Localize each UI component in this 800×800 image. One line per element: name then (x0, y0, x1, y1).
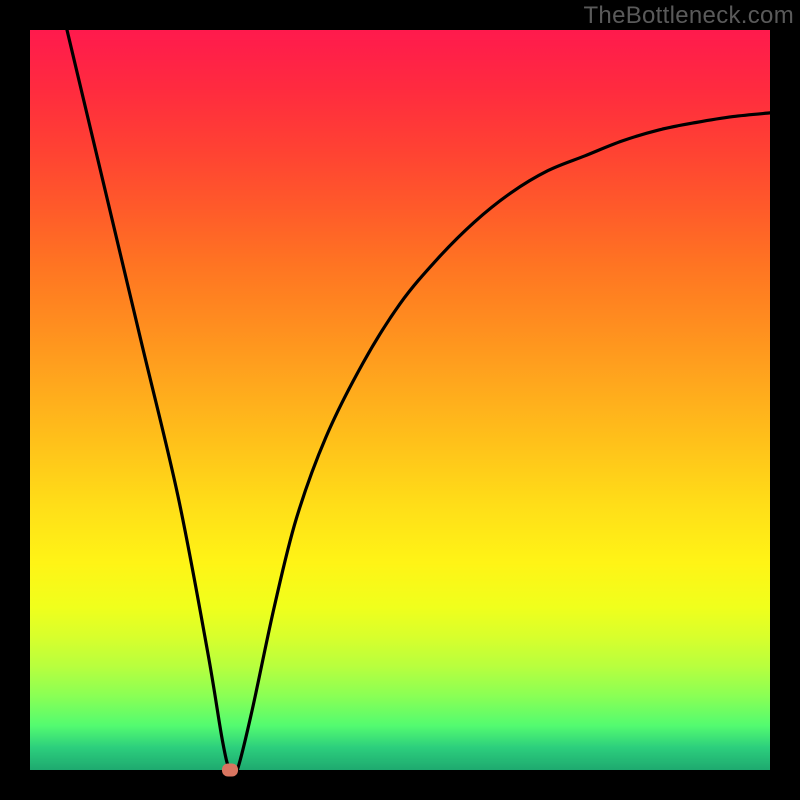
bottleneck-curve (30, 30, 770, 770)
watermark-text: TheBottleneck.com (583, 2, 794, 30)
chart-frame: TheBottleneck.com (0, 0, 800, 800)
optimal-point-marker (222, 764, 238, 777)
curve-path (67, 30, 770, 770)
plot-area (30, 30, 770, 770)
